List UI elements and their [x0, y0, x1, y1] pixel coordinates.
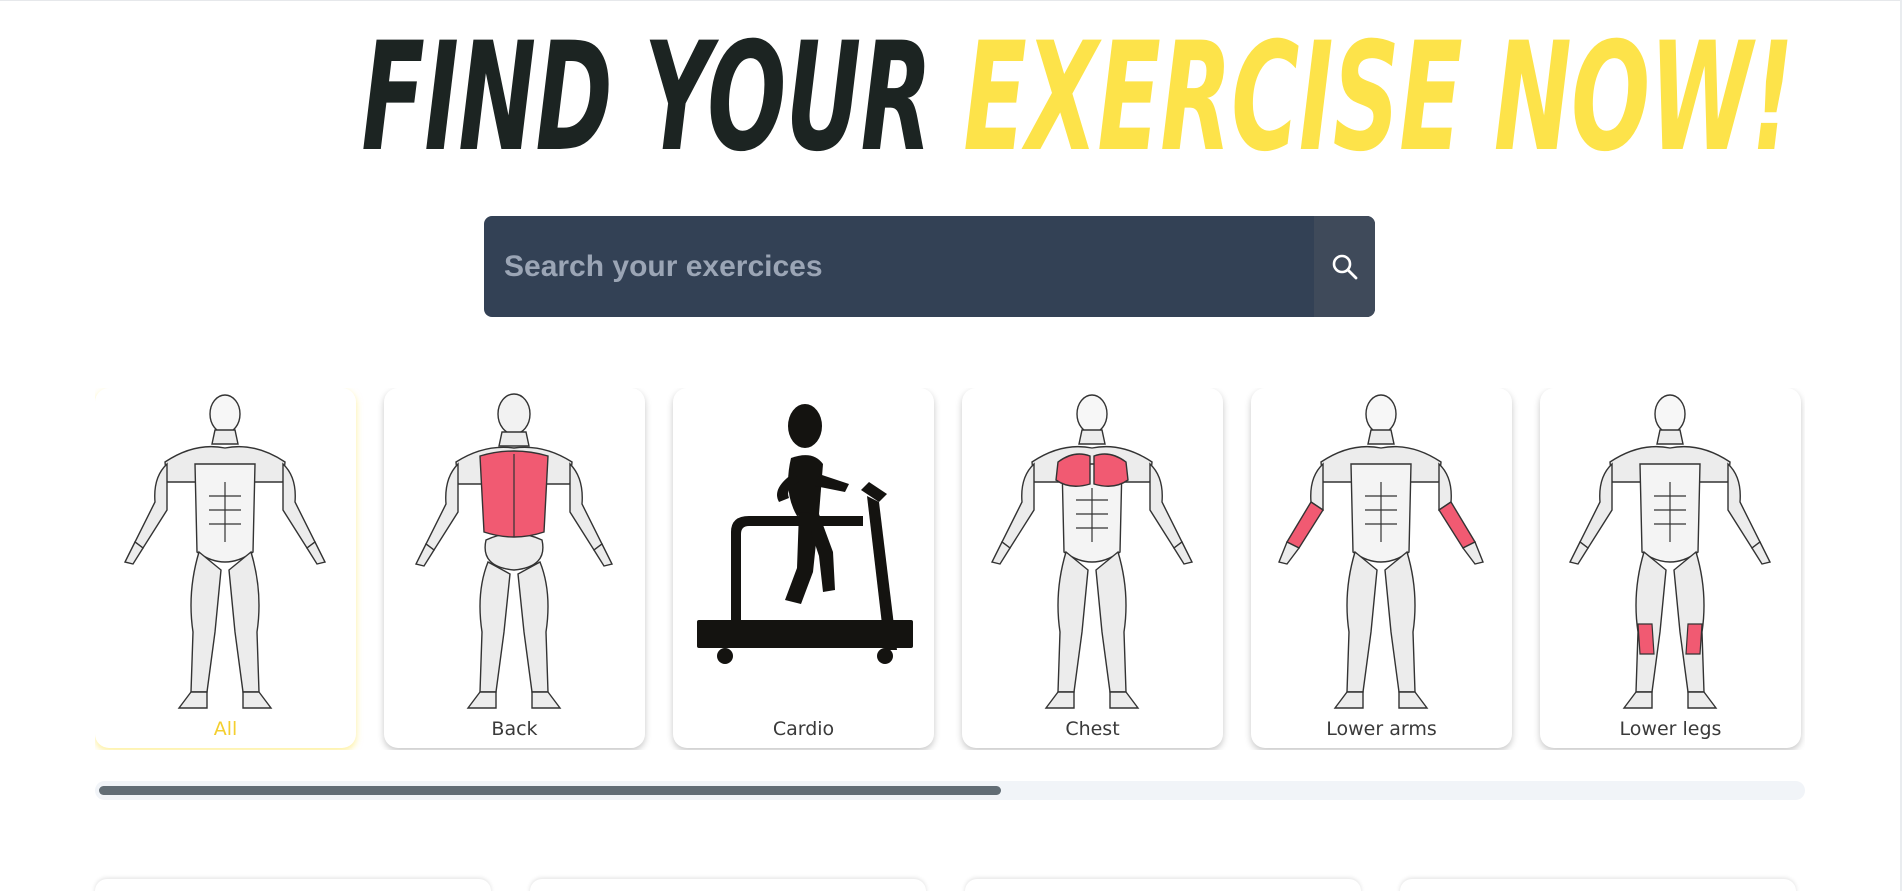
category-label: Back	[491, 718, 538, 740]
search-icon	[1332, 254, 1357, 279]
carousel-scrollbar[interactable]	[95, 781, 1805, 800]
exercise-card[interactable]	[1400, 879, 1796, 891]
category-card-cardio[interactable]: Cardio	[673, 388, 934, 748]
search-bar	[484, 216, 1375, 317]
top-divider	[0, 0, 1902, 1]
category-label: Cardio	[772, 718, 835, 740]
category-card-back[interactable]: Back	[384, 388, 645, 748]
exercise-card[interactable]	[95, 879, 491, 891]
carousel-scrollbar-thumb[interactable]	[99, 786, 1001, 795]
category-card-chest[interactable]: Chest	[962, 388, 1223, 748]
treadmill-runner-icon	[697, 404, 913, 664]
category-label: Chest	[1065, 718, 1120, 740]
search-input[interactable]	[484, 216, 1314, 317]
back-muscles-icon	[414, 393, 614, 709]
chest-muscles-icon	[990, 394, 1194, 709]
body-part-carousel: All Back Cardio Chest Lower arms Lower l…	[95, 388, 1805, 750]
title-part-dark: FIND YOUR	[361, 11, 932, 185]
forearm-muscles-icon	[1278, 394, 1484, 709]
calf-muscles-icon	[1568, 394, 1772, 709]
page-title: FIND YOUR EXERCISE NOW!	[361, 18, 1794, 178]
category-label: Lower legs	[1619, 718, 1722, 740]
full-body-icon	[123, 394, 327, 709]
exercise-card[interactable]	[965, 879, 1361, 891]
title-part-accent: EXERCISE NOW!	[963, 11, 1794, 185]
exercise-card[interactable]	[530, 879, 926, 891]
category-card-lower-legs[interactable]: Lower legs	[1540, 388, 1801, 748]
category-card-lower-arms[interactable]: Lower arms	[1251, 388, 1512, 748]
search-button[interactable]	[1314, 216, 1375, 317]
category-label: Lower arms	[1326, 718, 1437, 740]
category-card-all[interactable]: All	[95, 388, 356, 748]
category-label: All	[213, 718, 238, 740]
